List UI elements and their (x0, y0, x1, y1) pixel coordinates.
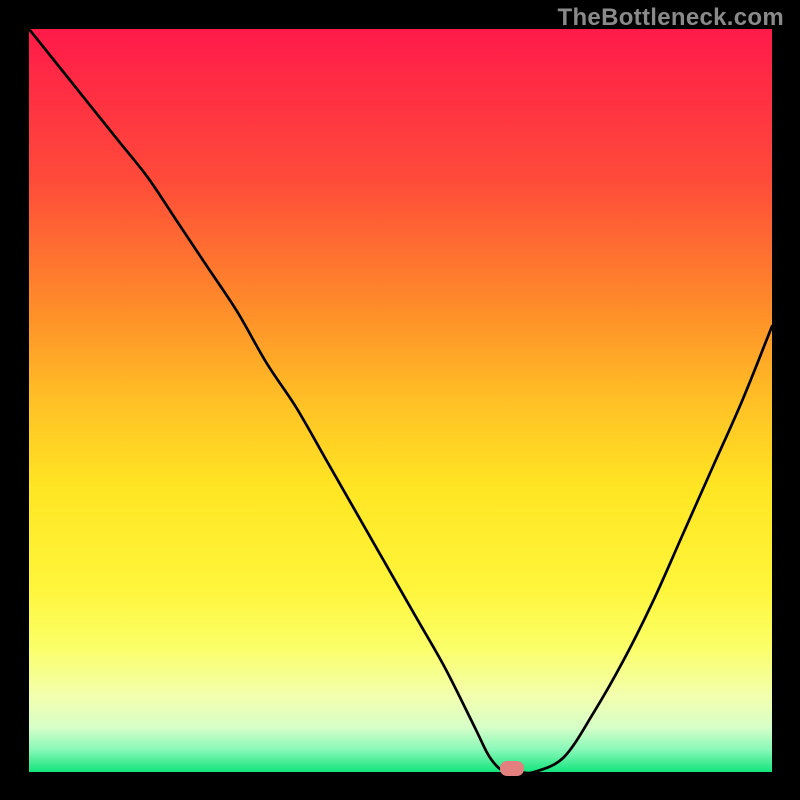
watermark-text: TheBottleneck.com (558, 4, 784, 32)
plot-gradient-area (29, 29, 772, 772)
chart-stage: TheBottleneck.com (0, 0, 800, 800)
optimum-marker (500, 761, 524, 776)
